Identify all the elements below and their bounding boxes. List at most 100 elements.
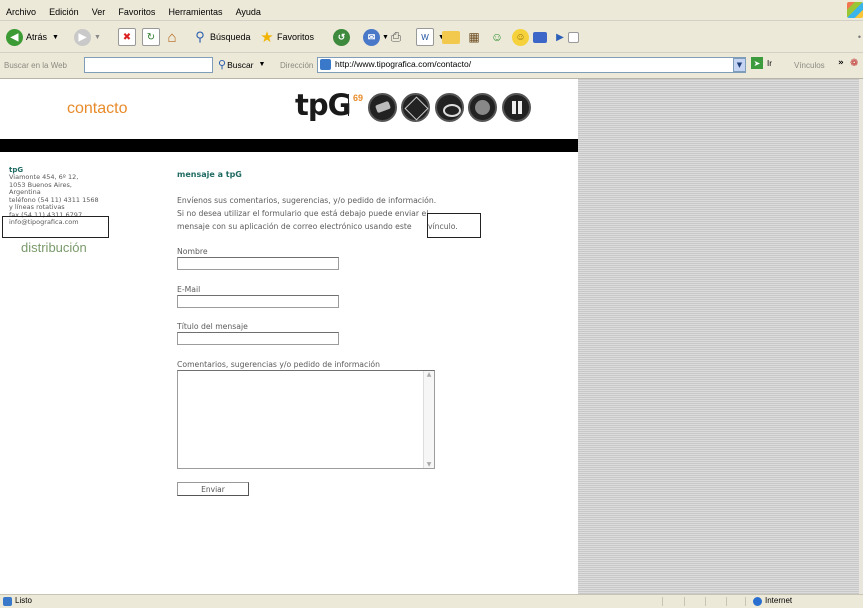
page-title: contacto <box>67 100 128 117</box>
nav-globe-icon[interactable] <box>401 93 430 122</box>
folder-icon <box>442 30 460 44</box>
site-logo[interactable]: tpG <box>295 88 351 122</box>
search-label: Búsqueda <box>210 32 251 42</box>
comments-textarea[interactable]: ▲ ▼ <box>177 370 435 469</box>
address-input[interactable]: http://www.tipografica.com/contacto/ <box>317 57 746 73</box>
printer-icon: ⎙ <box>390 29 402 44</box>
play-button[interactable]: ▶ <box>552 27 568 47</box>
nav-product-icon[interactable] <box>368 93 397 122</box>
address-toolbar: Buscar en la Web ⚲ Buscar ▼ Dirección ht… <box>0 53 863 79</box>
address-label: Dirección <box>280 61 314 70</box>
nav-people-icon[interactable] <box>435 93 464 122</box>
star-icon: ★ <box>260 29 274 46</box>
vertical-scrollbar[interactable] <box>859 79 863 594</box>
menu-archivo[interactable]: Archivo <box>0 2 40 17</box>
highlight-box <box>2 216 109 238</box>
address-dropdown-icon[interactable]: ▼ <box>733 58 746 72</box>
web-search-input[interactable] <box>84 57 213 73</box>
email-field[interactable] <box>177 295 339 308</box>
subject-label: Título del mensaje <box>177 322 248 331</box>
history-button[interactable]: ↺ <box>333 27 350 47</box>
messenger-icon: ☺ <box>490 30 504 44</box>
address-url: http://www.tipografica.com/contacto/ <box>335 59 472 69</box>
email-label: E-Mail <box>177 285 201 294</box>
stop-icon: ✖ <box>118 28 136 46</box>
web-search-label: Buscar en la Web <box>4 61 67 70</box>
forward-arrow-icon: ▶ <box>74 28 91 46</box>
name-field[interactable] <box>177 257 339 270</box>
chevron-down-icon[interactable]: ▼ <box>424 461 434 468</box>
nav-world-icon[interactable] <box>468 93 497 122</box>
status-divider <box>745 597 746 606</box>
standard-toolbar: ◀ Atrás ▼ ▶ ▼ ✖ ↻ ⌂ ⚲ Búsqueda ★ Favorit… <box>0 21 863 53</box>
name-label: Nombre <box>177 247 208 256</box>
home-icon: ⌂ <box>167 28 177 46</box>
decorative-striped-panel <box>578 79 859 594</box>
folder-button[interactable] <box>442 27 460 47</box>
back-button[interactable]: ◀ Atrás ▼ <box>6 27 59 47</box>
intro-line: Envíenos sus comentarios, sugerencias, y… <box>177 196 437 205</box>
window-button[interactable] <box>568 27 579 47</box>
chevron-up-icon[interactable]: ▲ <box>424 371 434 378</box>
back-label: Atrás <box>26 32 48 42</box>
distribution-link[interactable]: distribución <box>21 240 87 255</box>
search-button[interactable]: ⚲ Búsqueda <box>192 27 251 47</box>
chevron-right-icon[interactable]: » <box>838 58 844 68</box>
go-arrow-icon: ➤ <box>751 57 763 69</box>
stop-button[interactable]: ✖ <box>118 27 136 47</box>
windows-logo-icon <box>847 2 863 18</box>
status-bar: Listo Internet <box>0 594 863 608</box>
header-black-bar <box>0 139 578 152</box>
menu-edicion[interactable]: Edición <box>45 2 83 17</box>
web-search-button-label: Buscar <box>227 59 254 70</box>
search-icon: ⚲ <box>195 29 205 44</box>
go-button[interactable]: ➤ Ir <box>751 57 772 69</box>
mail-icon: ✉ <box>363 28 380 46</box>
form-heading: mensaje a tpG <box>177 170 242 179</box>
back-arrow-icon: ◀ <box>6 28 23 46</box>
subject-field[interactable] <box>177 332 339 345</box>
messenger-button[interactable]: ☺ <box>489 27 505 47</box>
media-button[interactable] <box>533 27 547 47</box>
page-status-icon <box>3 597 12 606</box>
menu-ver[interactable]: Ver <box>88 2 110 17</box>
smiley-icon: ☺ <box>512 28 529 46</box>
research-button[interactable]: ▦ <box>466 27 482 47</box>
logo-divider <box>348 94 349 116</box>
smiley-button[interactable]: ☺ <box>512 27 529 47</box>
refresh-icon: ↻ <box>142 28 160 46</box>
textarea-scrollbar[interactable]: ▲ ▼ <box>423 371 434 468</box>
media-icon <box>533 31 547 43</box>
zone-text: Internet <box>765 596 793 605</box>
play-icon: ▶ <box>556 31 564 43</box>
status-divider <box>705 597 706 606</box>
status-divider <box>684 597 685 606</box>
extension-icon[interactable]: ❁ <box>850 58 858 69</box>
word-icon: W <box>416 28 434 46</box>
status-text: Listo <box>15 596 32 605</box>
chevron-down-icon: ▼ <box>52 33 59 41</box>
favorites-label: Favoritos <box>277 32 315 42</box>
overflow-icon[interactable]: • <box>858 27 861 47</box>
menu-herramientas[interactable]: Herramientas <box>164 2 226 17</box>
edit-button[interactable]: W ▼ <box>416 27 445 47</box>
intro-line: mensaje con su aplicación de correo elec… <box>177 222 412 231</box>
refresh-button[interactable]: ↻ <box>142 27 160 47</box>
search-icon: ⚲ <box>218 59 227 71</box>
print-button[interactable]: ⎙ <box>388 27 404 47</box>
mail-button[interactable]: ✉ ▼ <box>363 27 389 47</box>
web-search-button[interactable]: ⚲ Buscar ▼ <box>218 58 265 71</box>
intro-line: Si no desea utilizar el formulario que e… <box>177 209 429 218</box>
status-divider <box>726 597 727 606</box>
links-label[interactable]: Vínculos <box>794 61 825 70</box>
chevron-down-icon: ▼ <box>258 61 266 68</box>
menu-bar: Archivo Edición Ver Favoritos Herramient… <box>0 0 863 21</box>
forward-button[interactable]: ▶ ▼ <box>74 27 101 47</box>
menu-ayuda[interactable]: Ayuda <box>232 2 265 17</box>
home-button[interactable]: ⌂ <box>164 27 180 47</box>
menu-favoritos[interactable]: Favoritos <box>114 2 159 17</box>
nav-info-icon[interactable] <box>502 93 531 122</box>
history-icon: ↺ <box>333 28 350 46</box>
favorites-button[interactable]: ★ Favoritos <box>259 27 314 47</box>
submit-button[interactable]: Enviar <box>177 482 249 496</box>
